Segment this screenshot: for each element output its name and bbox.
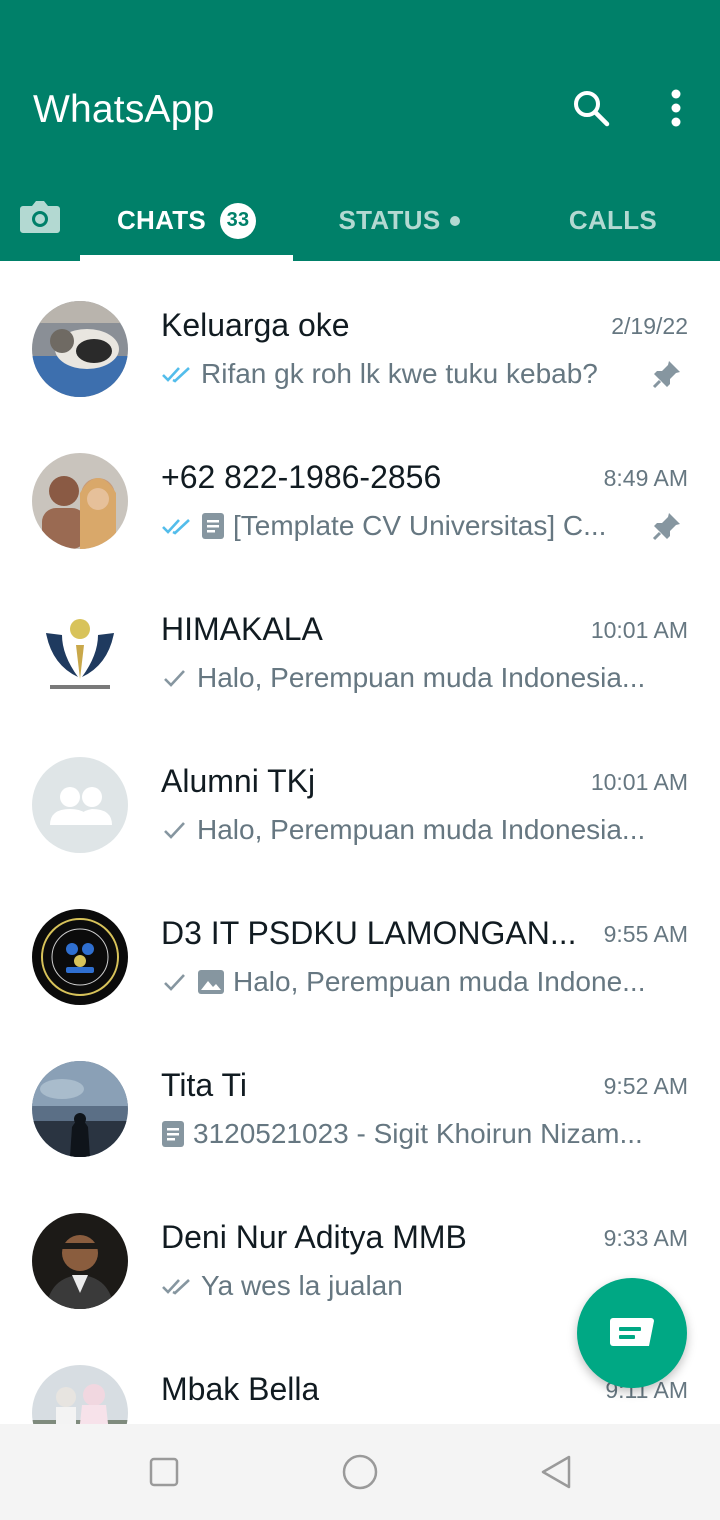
tab-bar: CHATS 33 STATUS CALLS bbox=[0, 180, 720, 261]
photo-icon bbox=[197, 969, 225, 995]
tab-chats-label: CHATS bbox=[116, 205, 207, 235]
camera-icon[interactable] bbox=[16, 192, 64, 240]
pin-icon bbox=[650, 357, 684, 391]
chat-row[interactable]: Keluarga oke 2/19/22 Rifan gk roh lk kwe… bbox=[0, 271, 720, 423]
tab-calls[interactable]: CALLS bbox=[506, 180, 720, 261]
pin-icon bbox=[650, 509, 684, 543]
avatar[interactable] bbox=[32, 605, 128, 701]
chat-preview-text: [Template CV Universitas] C... bbox=[233, 510, 607, 541]
home-icon[interactable] bbox=[340, 1452, 380, 1492]
chat-preview-text: Halo, Perempuan muda Indonesia... bbox=[197, 814, 646, 845]
new-chat-button[interactable] bbox=[577, 1278, 687, 1388]
message-icon bbox=[610, 1318, 654, 1346]
chat-name: +62 822-1986-2856 bbox=[161, 459, 442, 495]
chat-row[interactable]: Alumni TKj 10:01 AM Halo, Perempuan muda… bbox=[0, 727, 720, 879]
chat-list: Keluarga oke 2/19/22 Rifan gk roh lk kwe… bbox=[0, 271, 720, 1424]
avatar[interactable] bbox=[32, 453, 128, 549]
sent-tick-icon bbox=[161, 972, 189, 992]
chat-preview-text: Rifan gk roh lk kwe tuku kebab? bbox=[201, 358, 598, 389]
status-update-dot bbox=[450, 215, 461, 226]
unread-badge: 33 bbox=[220, 202, 257, 239]
sent-tick-icon bbox=[161, 668, 189, 688]
chat-preview: Halo, Perempuan muda Indonesia... bbox=[161, 813, 673, 847]
read-receipt-icon bbox=[161, 516, 193, 536]
avatar[interactable] bbox=[32, 1213, 128, 1309]
chat-time: 9:55 AM bbox=[603, 921, 688, 947]
avatar[interactable] bbox=[32, 1365, 128, 1424]
chat-preview: Rifan gk roh lk kwe tuku kebab? bbox=[161, 357, 673, 391]
sent-tick-icon bbox=[161, 820, 189, 840]
chat-preview-text: 3120521023 - Sigit Khoirun Nizam... bbox=[193, 1118, 643, 1149]
chat-name: Alumni TKj bbox=[161, 763, 316, 799]
chat-name: Keluarga oke bbox=[161, 307, 350, 343]
chat-time: 2/19/22 bbox=[611, 313, 688, 339]
chat-name: Mbak Bella bbox=[161, 1371, 320, 1407]
tab-calls-label: CALLS bbox=[568, 205, 658, 235]
tab-indicator bbox=[80, 255, 293, 261]
chat-time: 10:01 AM bbox=[590, 617, 688, 643]
chat-preview: Halo, Perempuan muda Indone... bbox=[161, 965, 673, 999]
delivered-tick-icon bbox=[161, 1276, 193, 1296]
chat-preview: [Template CV Universitas] C... bbox=[161, 509, 673, 543]
chat-preview-text: Halo, Perempuan muda Indone... bbox=[233, 966, 646, 997]
document-icon bbox=[201, 512, 225, 540]
chat-preview-text: Ya wes la jualan bbox=[201, 1270, 403, 1301]
chat-row[interactable]: HIMAKALA 10:01 AM Halo, Perempuan muda I… bbox=[0, 575, 720, 727]
chat-time: 9:33 AM bbox=[603, 1225, 688, 1251]
tab-chats[interactable]: CHATS 33 bbox=[80, 180, 293, 261]
app-header: WhatsApp CHATS 33 STATUS CALLS bbox=[0, 0, 720, 261]
chat-name: D3 IT PSDKU LAMONGAN... bbox=[161, 915, 577, 951]
more-options-icon[interactable] bbox=[652, 84, 700, 132]
chat-row[interactable]: Tita Ti 9:52 AM 3120521023 - Sigit Khoir… bbox=[0, 1031, 720, 1183]
chat-name: Tita Ti bbox=[161, 1067, 247, 1103]
document-icon bbox=[161, 1120, 185, 1148]
avatar[interactable] bbox=[32, 909, 128, 1005]
back-icon[interactable] bbox=[536, 1452, 576, 1492]
app-title: WhatsApp bbox=[33, 88, 215, 131]
chat-name: Deni Nur Aditya MMB bbox=[161, 1219, 467, 1255]
chat-row[interactable]: D3 IT PSDKU LAMONGAN... 9:55 AM Halo, Pe… bbox=[0, 879, 720, 1031]
chat-time: 10:01 AM bbox=[590, 769, 688, 795]
avatar[interactable] bbox=[32, 301, 128, 397]
chat-preview: 3120521023 - Sigit Khoirun Nizam... bbox=[161, 1117, 673, 1151]
chat-preview: Halo, Perempuan muda Indonesia... bbox=[161, 661, 673, 695]
chat-name: HIMAKALA bbox=[161, 611, 323, 647]
chat-time: 8:49 AM bbox=[603, 465, 688, 491]
recents-icon[interactable] bbox=[144, 1452, 184, 1492]
read-receipt-icon bbox=[161, 364, 193, 384]
chat-row[interactable]: +62 822-1986-2856 8:49 AM [Template CV U… bbox=[0, 423, 720, 575]
tab-status-label: STATUS bbox=[338, 205, 441, 235]
search-icon[interactable] bbox=[567, 84, 615, 132]
chat-time: 9:52 AM bbox=[603, 1073, 688, 1099]
avatar[interactable] bbox=[32, 1061, 128, 1157]
group-avatar[interactable] bbox=[32, 757, 128, 853]
chat-preview-text: Halo, Perempuan muda Indonesia... bbox=[197, 662, 646, 693]
tab-status[interactable]: STATUS bbox=[293, 180, 506, 261]
system-nav-bar bbox=[0, 1424, 720, 1520]
